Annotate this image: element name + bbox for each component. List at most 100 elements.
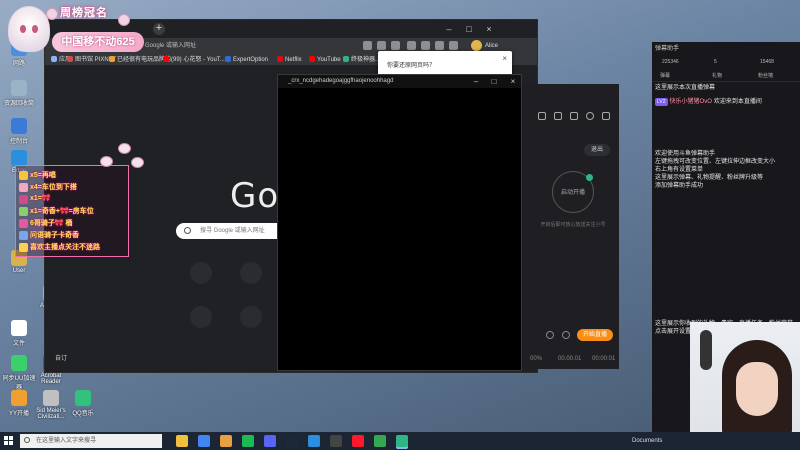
- panel-stats: 225346 5 15468: [652, 56, 800, 70]
- window-icon[interactable]: [554, 112, 562, 120]
- popup-question: 你要还原网页吗？: [387, 63, 436, 69]
- opera-icon[interactable]: [352, 435, 364, 447]
- maximize-icon[interactable]: □: [486, 75, 502, 88]
- cat-sticker-icon: [118, 143, 131, 154]
- desktop-shortcut-label: 控制台: [9, 139, 28, 145]
- edge-icon[interactable]: [308, 435, 320, 447]
- start-broadcast-circle[interactable]: 启动开播: [552, 171, 594, 213]
- desktop-shortcut[interactable]: 控制台: [2, 118, 36, 145]
- shortcut-tile[interactable]: [190, 262, 212, 284]
- file-explorer-icon[interactable]: [176, 435, 188, 447]
- desktop-shortcut[interactable]: 文件: [2, 320, 36, 347]
- banner-subtitle: 中国移不动625: [52, 32, 144, 52]
- microphone-image: [700, 330, 712, 370]
- gift-icon: [19, 231, 28, 240]
- puzzle-icon[interactable]: [449, 41, 458, 50]
- shortcut-tile[interactable]: [240, 306, 262, 328]
- desktop-shortcut-label: 文件: [12, 341, 25, 347]
- stat-hot: 225346: [662, 59, 679, 65]
- info-icon[interactable]: [546, 331, 554, 339]
- level-badge: LV2: [655, 98, 668, 106]
- panel-header: 弹幕助手: [652, 42, 800, 56]
- star-icon[interactable]: [391, 41, 400, 50]
- wechat-icon[interactable]: [396, 435, 408, 447]
- shortcut-tile[interactable]: [240, 262, 262, 284]
- bookmark-item[interactable]: 已经很有电玩品牌的: [109, 55, 171, 65]
- desktop-shortcut-label: Sid Meier's Civilizati...: [36, 408, 66, 420]
- app-icon: [11, 118, 27, 134]
- desktop-shortcut[interactable]: 资源回收筒: [2, 80, 36, 107]
- circle-label: 启动开播: [560, 190, 585, 196]
- discord-icon[interactable]: [264, 435, 276, 447]
- spotify-icon[interactable]: [242, 435, 254, 447]
- steam-icon[interactable]: [286, 435, 298, 447]
- chrome-alt-icon[interactable]: [374, 435, 386, 447]
- gift-rule-line: 问语骑子卡奇香: [30, 232, 79, 239]
- chat-username[interactable]: 快乐小猪猪OvO: [670, 99, 712, 105]
- cat-sticker-icon: [131, 157, 144, 168]
- bookmark-item[interactable]: Netflix: [277, 55, 302, 65]
- search-icon[interactable]: [363, 41, 372, 50]
- search-icon: [24, 437, 30, 443]
- store-icon[interactable]: [220, 435, 232, 447]
- mail-icon[interactable]: [570, 112, 578, 120]
- new-tab-button[interactable]: +: [153, 23, 165, 35]
- bell-icon[interactable]: [586, 112, 594, 120]
- desktop-shortcut-label: 同步UU加速器: [2, 376, 36, 391]
- minimize-icon[interactable]: –: [439, 20, 459, 38]
- app-icon: [11, 150, 27, 166]
- gift-icon: [19, 243, 28, 252]
- gift-icon: [19, 171, 28, 180]
- cat-sticker-icon: [100, 156, 113, 167]
- customize-chrome-button[interactable]: 自订: [55, 353, 67, 362]
- profile-avatar[interactable]: [471, 40, 482, 51]
- desktop-shortcut[interactable]: Sid Meier's Civilizati...: [34, 390, 68, 420]
- maximize-icon[interactable]: □: [459, 20, 479, 38]
- close-icon[interactable]: ×: [502, 54, 507, 63]
- desktop-shortcut[interactable]: 同步UU加速器: [2, 355, 36, 391]
- tab-danmaku[interactable]: 弹幕: [660, 72, 670, 79]
- desktop-shortcut[interactable]: QQ音乐: [66, 390, 100, 417]
- extension-icon[interactable]: [421, 41, 430, 50]
- desktop-shortcut-label: Acrobat Reader: [40, 373, 62, 385]
- lock-icon[interactable]: [538, 112, 546, 120]
- stat-cpu: 00%: [530, 356, 543, 362]
- extension-icon[interactable]: [435, 41, 444, 50]
- exit-button[interactable]: 退出: [584, 144, 610, 156]
- close-icon[interactable]: ×: [479, 20, 499, 38]
- tray-label[interactable]: Documents: [632, 434, 662, 448]
- bookmark-item[interactable]: (99) 心花怒 - YouT...: [163, 55, 225, 65]
- gear-icon[interactable]: [562, 331, 570, 339]
- shortcut-tile[interactable]: [190, 306, 212, 328]
- extension-icon[interactable]: [407, 41, 416, 50]
- tab-gifts[interactable]: 礼物: [712, 72, 722, 79]
- start-live-button[interactable]: 开始直播: [577, 329, 613, 341]
- share-icon[interactable]: [377, 41, 386, 50]
- chat-message: 欢迎使用斗鱼弹幕助手 左键拖拽可改变位置、左键拉伸边框改变大小 右上角有设置菜单…: [655, 150, 797, 190]
- windows-start-icon[interactable]: [4, 436, 14, 446]
- desktop-shortcut[interactable]: YY开播: [2, 390, 36, 417]
- taskbar-search-input[interactable]: 在这里输入文字来搜寻: [20, 434, 162, 448]
- chrome-icon[interactable]: [198, 435, 210, 447]
- stat-fans: 5: [714, 59, 717, 65]
- bookmark-item[interactable]: 终极神器...: [343, 55, 380, 65]
- chat-message: LV2 快乐小猪猪OvO 欢迎来到本直播间: [655, 98, 797, 106]
- extension-window[interactable]: _crx_ncdgehadegoajggfhaojenoohhagd – □ ×: [277, 74, 522, 371]
- bookmark-item[interactable]: ExpertOption: [225, 55, 268, 65]
- tab-fans[interactable]: 粉丝墙: [758, 72, 773, 79]
- window-title: _crx_ncdgehadegoajggfhaojenoohhagd: [288, 78, 394, 84]
- obs-icon[interactable]: [330, 435, 342, 447]
- stat-bitrate: 00.00.01: [558, 356, 582, 362]
- chat-message: 这里展示本次直播弹幕: [655, 84, 797, 92]
- gift-rule-line: x5=再唱: [30, 172, 56, 179]
- bookmark-item[interactable]: YouTube: [309, 55, 341, 65]
- app-icon: [11, 320, 27, 336]
- minimize-icon[interactable]: –: [468, 75, 484, 88]
- chat-text: 这里展示本次直播弹幕: [655, 85, 716, 91]
- app-icon: [11, 80, 27, 96]
- webcam-feed: [690, 322, 800, 436]
- close-icon[interactable]: ×: [505, 75, 521, 88]
- address-bar[interactable]: Google 或输入网址: [145, 40, 345, 52]
- desktop-shortcut-label: QQ音乐: [72, 411, 94, 417]
- settings-icon[interactable]: [602, 112, 610, 120]
